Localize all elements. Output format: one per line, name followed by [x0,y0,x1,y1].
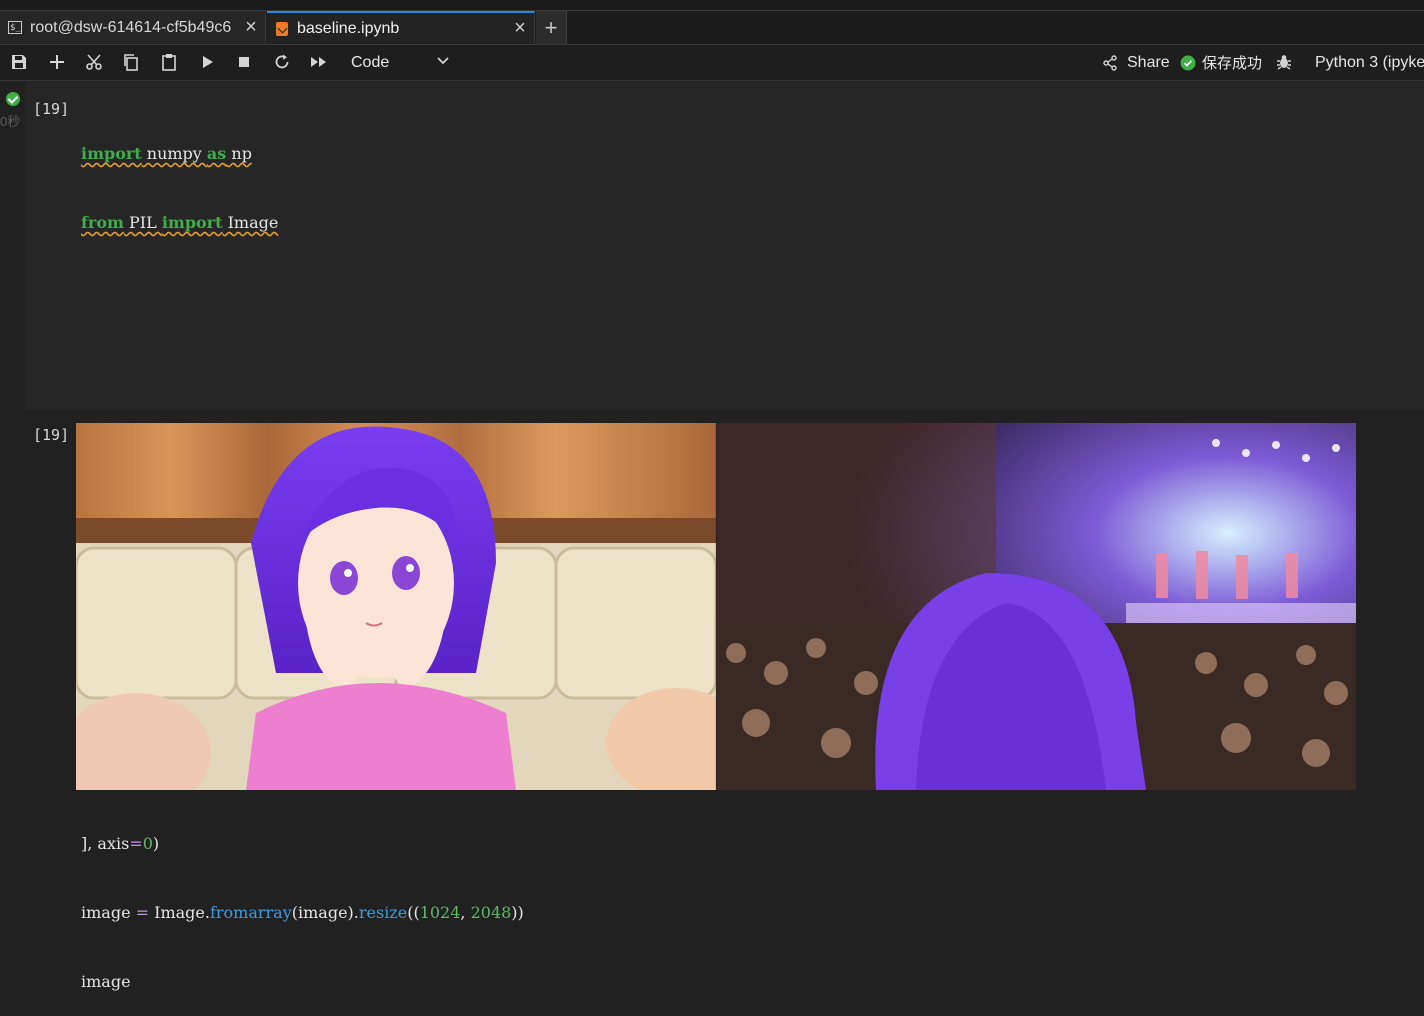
output-image [76,423,1356,790]
refresh-icon [275,54,289,69]
code-line: image [81,972,131,991]
code-line: from PIL import Image [81,213,279,232]
output-prompt: [19] [33,426,70,444]
save-status-label: 保存成功 [1202,55,1263,72]
terminal-icon: $_ [8,21,22,34]
new-tab-button[interactable]: + [536,11,567,44]
cell-type-select[interactable]: Code [351,45,389,80]
save-icon [12,55,26,69]
kernel-status[interactable]: Python 3 (ipyke [1315,45,1424,80]
chevron-down-icon[interactable] [436,54,450,68]
paste-button[interactable] [156,49,182,75]
scissors-icon [86,54,102,70]
run-all-button[interactable] [306,49,332,75]
cut-button[interactable] [81,49,107,75]
interrupt-kernel-button[interactable] [231,49,257,75]
bug-icon[interactable] [1275,53,1293,71]
stop-icon [239,57,249,67]
clipboard-icon [162,54,176,71]
tab-bar: $_ root@dsw-614614-cf5b49c6 × baseline.i… [0,11,1424,45]
execution-time: 0秒 [0,114,21,129]
copy-icon [124,54,138,71]
tab-terminal[interactable]: $_ root@dsw-614614-cf5b49c6 × [0,11,266,44]
anime-girl-on-sofa [76,423,746,790]
input-prompt: [19] [33,100,70,118]
code-line: image = Image.fromarray(image).resize((1… [81,903,524,922]
code-line: ], axis=0) [81,834,160,853]
restart-kernel-button[interactable] [269,49,295,75]
notebook-icon [276,21,288,36]
success-icon [6,92,20,106]
save-button[interactable] [6,49,32,75]
code-line: import numpy as np [81,144,252,163]
save-status: 保存成功 [1180,45,1262,80]
share-button[interactable]: Share [1102,45,1170,80]
share-icon [1103,54,1117,71]
tab-label: baseline.ipynb [297,19,400,37]
anime-girl-at-concert [716,423,1356,790]
cell-status: 0秒 [0,84,26,144]
close-icon[interactable]: × [237,11,265,44]
close-icon[interactable]: × [506,12,534,45]
run-cell-button[interactable] [194,49,220,75]
insert-cell-button[interactable] [44,49,70,75]
play-icon [203,56,213,68]
share-label: Share [1127,53,1170,71]
check-circle-icon [1180,55,1196,70]
tab-label: root@dsw-614614-cf5b49c6 [30,18,232,36]
notebook-toolbar: Code Share 保存成功 Python 3 (ipyke [0,45,1424,81]
window-top-strip [0,0,1424,11]
plus-icon [50,55,64,69]
fast-forward-icon [311,57,326,67]
tab-notebook[interactable]: baseline.ipynb × [267,11,535,44]
copy-button[interactable] [118,49,144,75]
